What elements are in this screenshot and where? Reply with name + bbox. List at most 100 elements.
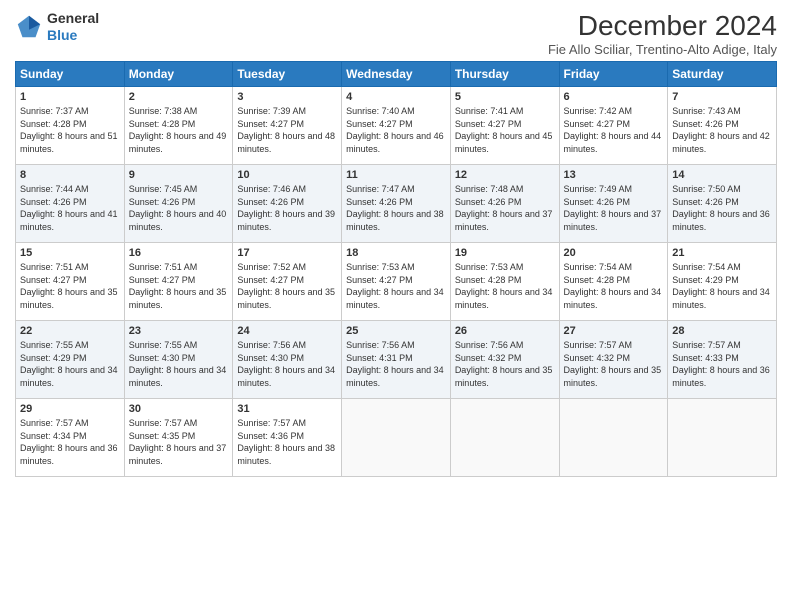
main-title: December 2024	[548, 10, 777, 42]
calendar-row-1: 1Sunrise: 7:37 AMSunset: 4:28 PMDaylight…	[16, 87, 777, 165]
calendar-cell-10: 10 Sunrise: 7:46 AMSunset: 4:26 PMDayligh…	[233, 165, 342, 243]
day-number-19: 19	[455, 247, 555, 259]
calendar-cell-18: 18Sunrise: 7:53 AMSunset: 4:27 PMDayligh…	[342, 243, 451, 321]
calendar-cell-1: 1Sunrise: 7:37 AMSunset: 4:28 PMDaylight…	[16, 87, 125, 165]
day-info-5: Sunrise: 7:41 AMSunset: 4:27 PMDaylight:…	[455, 105, 555, 155]
calendar-cell-22: 22 Sunrise: 7:55 AMSunset: 4:29 PMDayligh…	[16, 321, 125, 399]
day-number-6: 6	[564, 91, 664, 103]
day-number-14: 14	[672, 169, 772, 181]
day-number-15: 15	[20, 247, 120, 259]
day-info-26: Sunrise: 7:56 AMSunset: 4:32 PMDaylight:…	[455, 339, 555, 389]
day-number-27: 27	[564, 325, 664, 337]
calendar-cell-27: 27Sunrise: 7:57 AMSunset: 4:32 PMDayligh…	[559, 321, 668, 399]
day-number-3: 3	[237, 91, 337, 103]
calendar-cell-null	[450, 399, 559, 477]
day-number-29: 29	[20, 403, 120, 415]
logo-text: General Blue	[47, 10, 99, 44]
day-info-9: Sunrise: 7:45 AMSunset: 4:26 PMDaylight:…	[129, 183, 229, 233]
col-thursday: Thursday	[450, 62, 559, 87]
calendar-row-5: 29Sunrise: 7:57 AMSunset: 4:34 PMDayligh…	[16, 399, 777, 477]
calendar-cell-4: 4Sunrise: 7:40 AMSunset: 4:27 PMDaylight…	[342, 87, 451, 165]
day-number-18: 18	[346, 247, 446, 259]
calendar-cell-null	[668, 399, 777, 477]
day-info-28: Sunrise: 7:57 AMSunset: 4:33 PMDaylight:…	[672, 339, 772, 389]
day-number-25: 25	[346, 325, 446, 337]
calendar-cell-7: 7 Sunrise: 7:43 AMSunset: 4:26 PMDaylight…	[668, 87, 777, 165]
calendar-cell-25: 25 Sunrise: 7:56 AMSunset: 4:31 PMDayligh…	[342, 321, 451, 399]
day-info-3: Sunrise: 7:39 AMSunset: 4:27 PMDaylight:…	[237, 105, 337, 155]
calendar-cell-19: 19Sunrise: 7:53 AMSunset: 4:28 PMDayligh…	[450, 243, 559, 321]
day-info-4: Sunrise: 7:40 AMSunset: 4:27 PMDaylight:…	[346, 105, 446, 155]
calendar-cell-24: 24 Sunrise: 7:56 AMSunset: 4:30 PMDayligh…	[233, 321, 342, 399]
calendar-header-row: Sunday Monday Tuesday Wednesday Thursday…	[16, 62, 777, 87]
day-info-7: Sunrise: 7:43 AMSunset: 4:26 PMDaylight:…	[672, 105, 772, 155]
calendar-cell-3: 3 Sunrise: 7:39 AMSunset: 4:27 PMDaylight…	[233, 87, 342, 165]
day-info-23: Sunrise: 7:55 AMSunset: 4:30 PMDaylight:…	[129, 339, 229, 389]
day-info-15: Sunrise: 7:51 AMSunset: 4:27 PMDaylight:…	[20, 261, 120, 311]
calendar-cell-17: 17 Sunrise: 7:52 AMSunset: 4:27 PMDayligh…	[233, 243, 342, 321]
day-info-14: Sunrise: 7:50 AMSunset: 4:26 PMDaylight:…	[672, 183, 772, 233]
day-number-24: 24	[237, 325, 337, 337]
calendar-cell-15: 15 Sunrise: 7:51 AMSunset: 4:27 PMDayligh…	[16, 243, 125, 321]
logo-blue: Blue	[47, 27, 77, 43]
day-number-1: 1	[20, 91, 120, 103]
calendar-cell-11: 11 Sunrise: 7:47 AMSunset: 4:26 PMDayligh…	[342, 165, 451, 243]
day-number-7: 7	[672, 91, 772, 103]
day-info-22: Sunrise: 7:55 AMSunset: 4:29 PMDaylight:…	[20, 339, 120, 389]
calendar-cell-30: 30Sunrise: 7:57 AMSunset: 4:35 PMDayligh…	[124, 399, 233, 477]
day-number-11: 11	[346, 169, 446, 181]
col-sunday: Sunday	[16, 62, 125, 87]
day-number-30: 30	[129, 403, 229, 415]
calendar-cell-21: 21Sunrise: 7:54 AMSunset: 4:29 PMDayligh…	[668, 243, 777, 321]
calendar-cell-8: 8Sunrise: 7:44 AMSunset: 4:26 PMDaylight…	[16, 165, 125, 243]
calendar-cell-null	[559, 399, 668, 477]
day-number-26: 26	[455, 325, 555, 337]
calendar-table: Sunday Monday Tuesday Wednesday Thursday…	[15, 61, 777, 477]
calendar-cell-12: 12 Sunrise: 7:48 AMSunset: 4:26 PMDayligh…	[450, 165, 559, 243]
day-number-28: 28	[672, 325, 772, 337]
day-number-23: 23	[129, 325, 229, 337]
day-number-9: 9	[129, 169, 229, 181]
day-info-25: Sunrise: 7:56 AMSunset: 4:31 PMDaylight:…	[346, 339, 446, 389]
day-info-10: Sunrise: 7:46 AMSunset: 4:26 PMDaylight:…	[237, 183, 337, 233]
calendar-cell-29: 29Sunrise: 7:57 AMSunset: 4:34 PMDayligh…	[16, 399, 125, 477]
subtitle: Fie Allo Sciliar, Trentino-Alto Adige, I…	[548, 42, 777, 57]
calendar-cell-20: 20Sunrise: 7:54 AMSunset: 4:28 PMDayligh…	[559, 243, 668, 321]
day-number-13: 13	[564, 169, 664, 181]
day-number-2: 2	[129, 91, 229, 103]
calendar-cell-13: 13 Sunrise: 7:49 AMSunset: 4:26 PMDayligh…	[559, 165, 668, 243]
day-number-17: 17	[237, 247, 337, 259]
day-number-10: 10	[237, 169, 337, 181]
header: General Blue December 2024 Fie Allo Scil…	[15, 10, 777, 57]
col-wednesday: Wednesday	[342, 62, 451, 87]
calendar-cell-14: 14 Sunrise: 7:50 AMSunset: 4:26 PMDayligh…	[668, 165, 777, 243]
day-info-17: Sunrise: 7:52 AMSunset: 4:27 PMDaylight:…	[237, 261, 337, 311]
page: General Blue December 2024 Fie Allo Scil…	[0, 0, 792, 612]
calendar-cell-16: 16Sunrise: 7:51 AMSunset: 4:27 PMDayligh…	[124, 243, 233, 321]
calendar-body: 1Sunrise: 7:37 AMSunset: 4:28 PMDaylight…	[16, 87, 777, 477]
col-monday: Monday	[124, 62, 233, 87]
day-info-6: Sunrise: 7:42 AMSunset: 4:27 PMDaylight:…	[564, 105, 664, 155]
calendar-cell-5: 5 Sunrise: 7:41 AMSunset: 4:27 PMDaylight…	[450, 87, 559, 165]
day-number-21: 21	[672, 247, 772, 259]
col-friday: Friday	[559, 62, 668, 87]
calendar-cell-null	[342, 399, 451, 477]
calendar-row-2: 8Sunrise: 7:44 AMSunset: 4:26 PMDaylight…	[16, 165, 777, 243]
logo-icon	[15, 13, 43, 41]
calendar-cell-6: 6 Sunrise: 7:42 AMSunset: 4:27 PMDaylight…	[559, 87, 668, 165]
logo: General Blue	[15, 10, 99, 44]
day-info-12: Sunrise: 7:48 AMSunset: 4:26 PMDaylight:…	[455, 183, 555, 233]
calendar-cell-26: 26 Sunrise: 7:56 AMSunset: 4:32 PMDayligh…	[450, 321, 559, 399]
calendar-cell-2: 2Sunrise: 7:38 AMSunset: 4:28 PMDaylight…	[124, 87, 233, 165]
day-number-12: 12	[455, 169, 555, 181]
day-info-13: Sunrise: 7:49 AMSunset: 4:26 PMDaylight:…	[564, 183, 664, 233]
day-info-24: Sunrise: 7:56 AMSunset: 4:30 PMDaylight:…	[237, 339, 337, 389]
day-number-5: 5	[455, 91, 555, 103]
day-info-20: Sunrise: 7:54 AMSunset: 4:28 PMDaylight:…	[564, 261, 664, 311]
calendar-cell-31: 31Sunrise: 7:57 AMSunset: 4:36 PMDayligh…	[233, 399, 342, 477]
title-section: December 2024 Fie Allo Sciliar, Trentino…	[548, 10, 777, 57]
day-number-22: 22	[20, 325, 120, 337]
calendar-row-4: 22 Sunrise: 7:55 AMSunset: 4:29 PMDayligh…	[16, 321, 777, 399]
calendar-row-3: 15 Sunrise: 7:51 AMSunset: 4:27 PMDayligh…	[16, 243, 777, 321]
day-info-11: Sunrise: 7:47 AMSunset: 4:26 PMDaylight:…	[346, 183, 446, 233]
